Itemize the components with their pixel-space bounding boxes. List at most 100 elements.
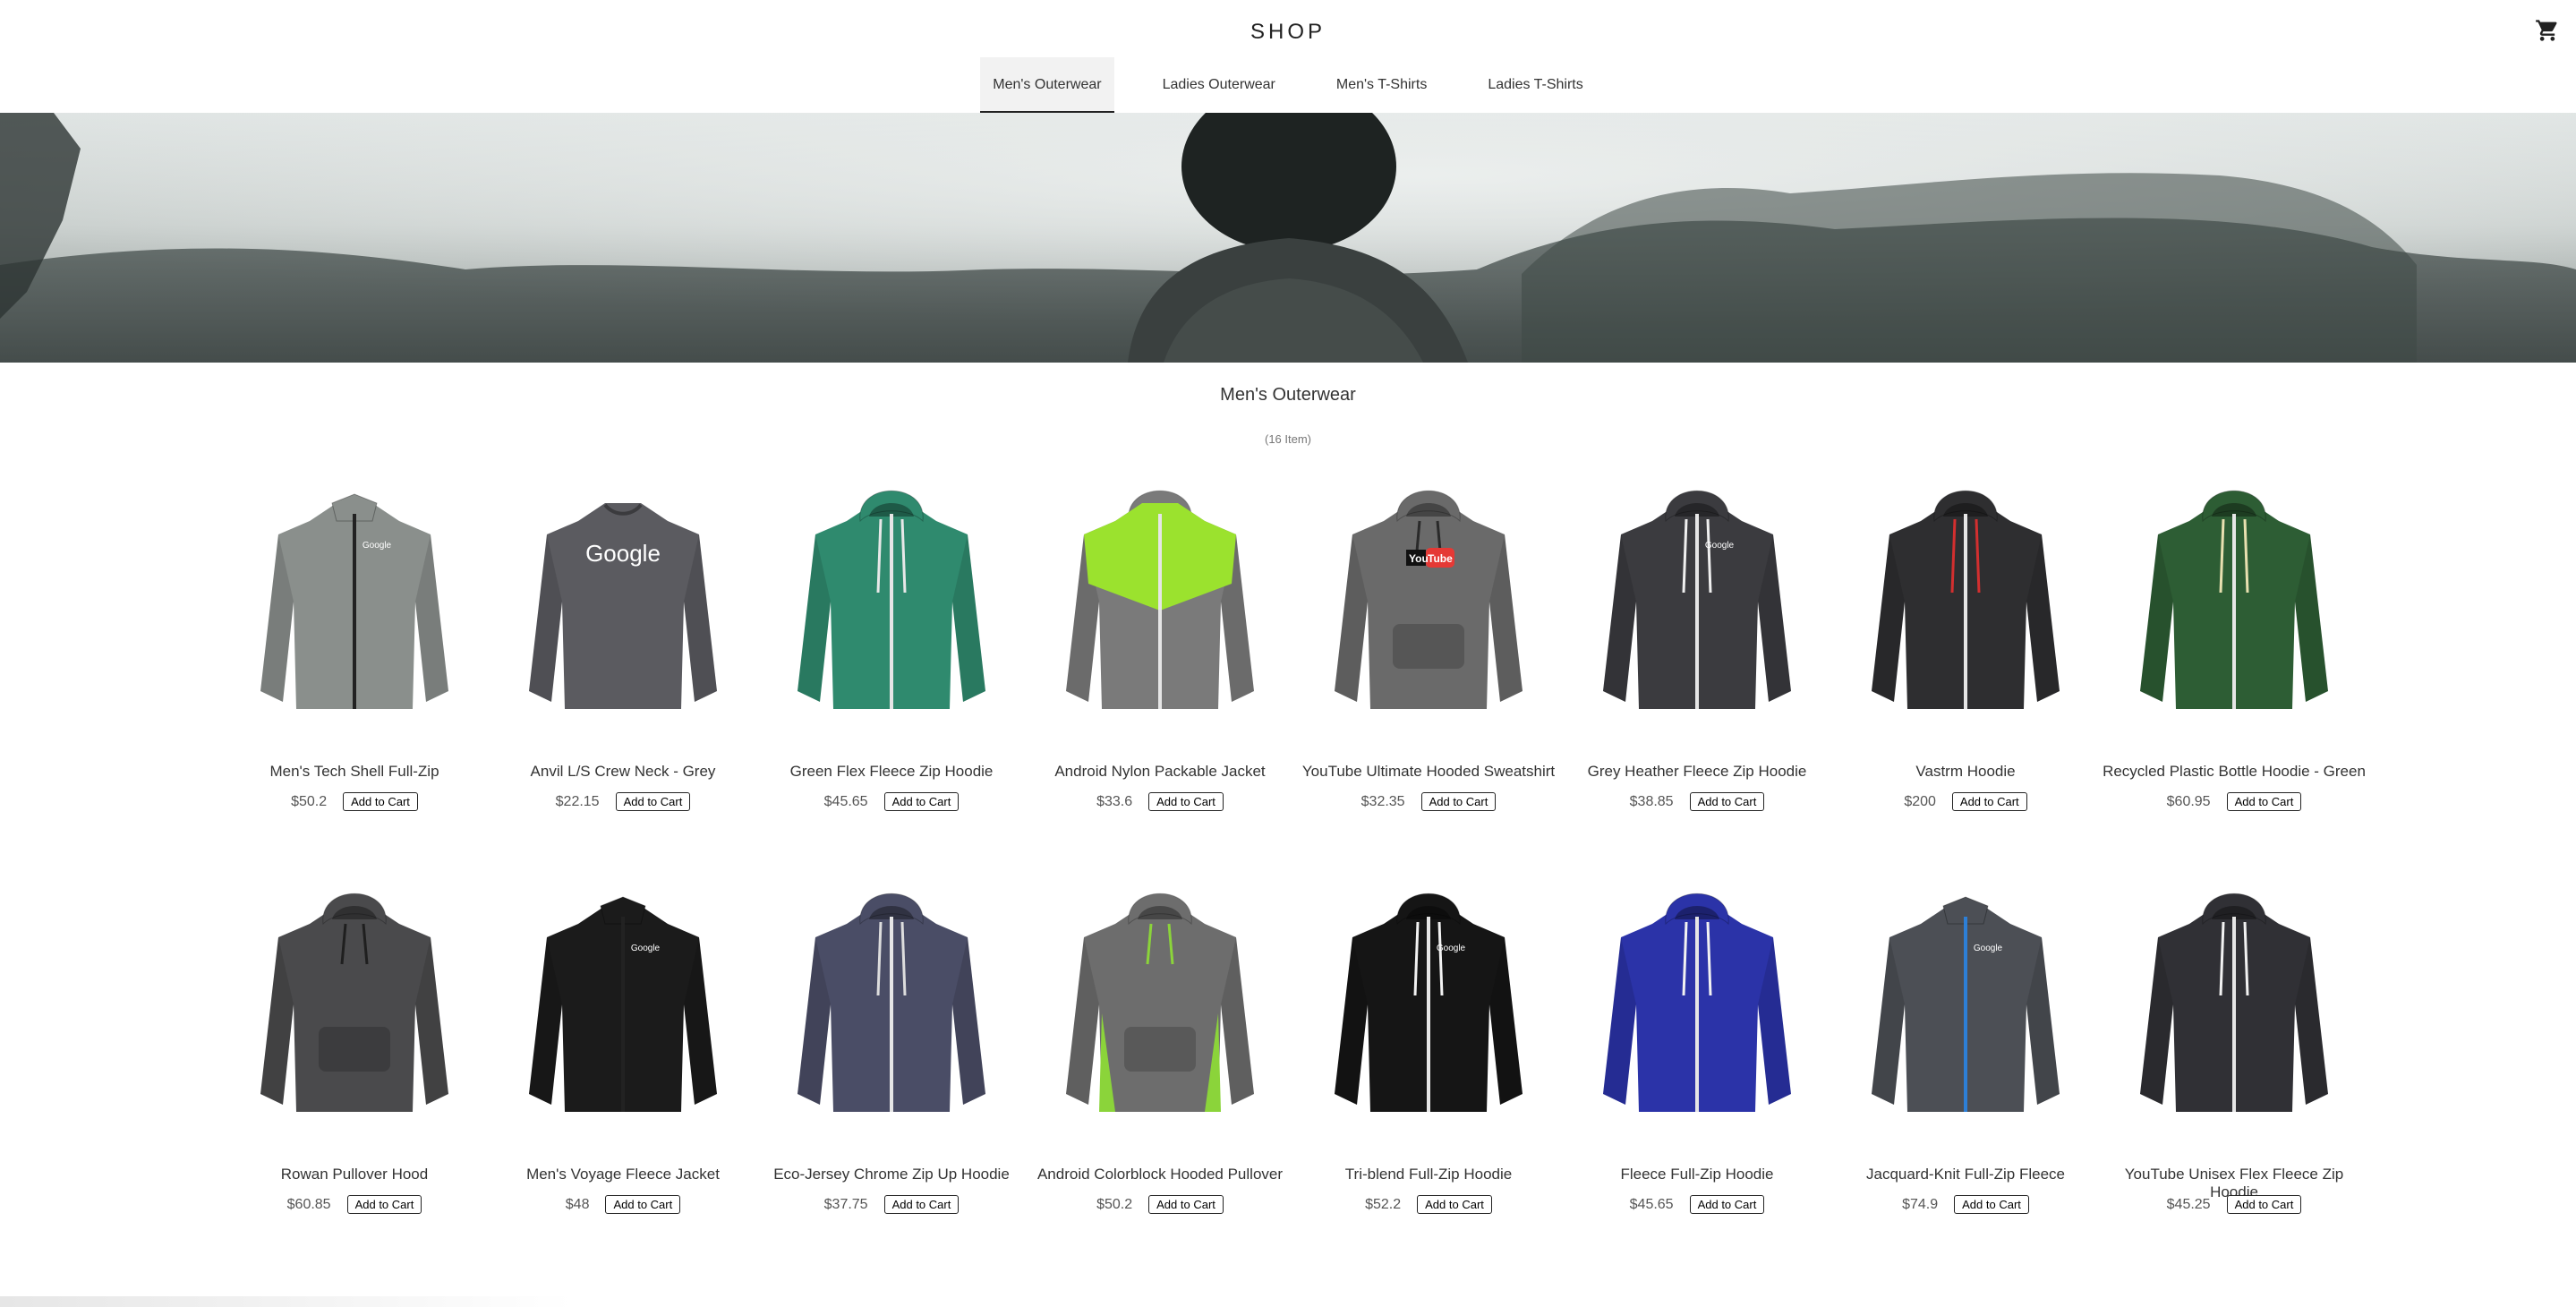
product-name[interactable]: Android Nylon Packable Jacket — [1026, 763, 1294, 781]
price-row: $22.15 Add to Cart — [489, 792, 757, 811]
product-price: $38.85 — [1629, 793, 1674, 809]
product-image[interactable] — [2127, 870, 2341, 1139]
product-image[interactable] — [2127, 467, 2341, 736]
price-row: $33.6 Add to Cart — [1026, 792, 1294, 811]
svg-text:Tube: Tube — [1428, 552, 1453, 565]
add-to-cart-button[interactable]: Add to Cart — [883, 792, 960, 811]
product-price: $32.35 — [1361, 793, 1405, 809]
tab-men-s-t-shirts[interactable]: Men's T-Shirts — [1324, 57, 1439, 113]
product-card[interactable]: Google Tri-blend Full-Zip Hoodie $52.2 Add … — [1294, 870, 1563, 1273]
product-image[interactable]: Google — [1590, 467, 1804, 736]
svg-text:Google: Google — [1705, 541, 1735, 551]
category-title: Men's Outerwear — [1220, 385, 1356, 405]
product-name[interactable]: Anvil L/S Crew Neck - Grey — [489, 763, 757, 781]
price-row: $50.2 Add to Cart — [220, 792, 489, 811]
product-price: $33.6 — [1096, 793, 1133, 809]
price-row: $200 Add to Cart — [1831, 792, 2100, 811]
product-grid: Google Men's Tech Shell Full-Zip $50.2 Add … — [220, 467, 2368, 1273]
product-name[interactable]: Grey Heather Fleece Zip Hoodie — [1563, 763, 1831, 781]
price-row: $45.65 Add to Cart — [1563, 1195, 1831, 1214]
product-image[interactable]: Google — [247, 467, 462, 736]
price-row: $38.85 Add to Cart — [1563, 792, 1831, 811]
tab-ladies-outerwear[interactable]: Ladies Outerwear — [1150, 57, 1288, 113]
product-card[interactable]: Recycled Plastic Bottle Hoodie - Green $6… — [2100, 467, 2368, 870]
product-image[interactable]: You Tube — [1321, 467, 1536, 736]
product-image[interactable] — [1858, 467, 2073, 736]
product-price: $60.95 — [2166, 793, 2211, 809]
product-name[interactable]: Vastrm Hoodie — [1831, 763, 2100, 781]
price-row: $60.95 Add to Cart — [2100, 792, 2368, 811]
product-card[interactable]: Rowan Pullover Hood $60.85 Add to Cart — [220, 870, 489, 1273]
product-card[interactable]: Google Jacquard-Knit Full-Zip Fleece $74.9… — [1831, 870, 2100, 1273]
product-card[interactable]: Google Men's Tech Shell Full-Zip $50.2 Add … — [220, 467, 489, 870]
product-image[interactable] — [1053, 870, 1267, 1139]
product-image[interactable] — [1053, 467, 1267, 736]
product-name[interactable]: Men's Voyage Fleece Jacket — [489, 1166, 757, 1183]
product-image[interactable] — [784, 870, 999, 1139]
item-count: (16 Item) — [1264, 432, 1311, 446]
product-card[interactable]: Android Nylon Packable Jacket $33.6 Add to… — [1026, 467, 1294, 870]
product-image[interactable] — [247, 870, 462, 1139]
product-card[interactable]: Google Grey Heather Fleece Zip Hoodie $38.… — [1563, 467, 1831, 870]
product-card[interactable]: You Tube YouTube Ultimate Hooded Sweatshir… — [1294, 467, 1563, 870]
product-name[interactable]: Men's Tech Shell Full-Zip — [220, 763, 489, 781]
add-to-cart-button[interactable]: Add to Cart — [1420, 792, 1497, 811]
product-name[interactable]: Eco-Jersey Chrome Zip Up Hoodie — [757, 1166, 1026, 1183]
product-name[interactable]: Jacquard-Knit Full-Zip Fleece — [1831, 1166, 2100, 1183]
svg-text:Google: Google — [363, 541, 392, 551]
add-to-cart-button[interactable]: Add to Cart — [1951, 792, 2027, 811]
product-card[interactable]: YouTube Unisex Flex Fleece Zip Hoodie $45… — [2100, 870, 2368, 1273]
add-to-cart-button[interactable]: Add to Cart — [2226, 792, 2302, 811]
price-row: $48 Add to Cart — [489, 1195, 757, 1214]
add-to-cart-button[interactable]: Add to Cart — [1148, 1195, 1224, 1214]
product-image[interactable]: Google — [516, 467, 730, 736]
product-image[interactable] — [1590, 870, 1804, 1139]
product-card[interactable]: Eco-Jersey Chrome Zip Up Hoodie $37.75 Add… — [757, 870, 1026, 1273]
tab-men-s-outerwear[interactable]: Men's Outerwear — [980, 57, 1114, 113]
product-name[interactable]: Android Colorblock Hooded Pullover — [1026, 1166, 1294, 1183]
add-to-cart-button[interactable]: Add to Cart — [883, 1195, 960, 1214]
product-name[interactable]: Tri-blend Full-Zip Hoodie — [1294, 1166, 1563, 1183]
product-card[interactable]: Green Flex Fleece Zip Hoodie $45.65 Add to… — [757, 467, 1026, 870]
bottom-shadow — [0, 1296, 573, 1307]
product-price: $45.25 — [2166, 1196, 2211, 1212]
add-to-cart-button[interactable]: Add to Cart — [1148, 792, 1224, 811]
product-card[interactable]: Fleece Full-Zip Hoodie $45.65 Add to Cart — [1563, 870, 1831, 1273]
add-to-cart-button[interactable]: Add to Cart — [2226, 1195, 2302, 1214]
tab-ladies-t-shirts[interactable]: Ladies T-Shirts — [1475, 57, 1595, 113]
product-name[interactable]: Recycled Plastic Bottle Hoodie - Green — [2100, 763, 2368, 781]
add-to-cart-button[interactable]: Add to Cart — [1954, 1195, 2029, 1214]
price-row: $60.85 Add to Cart — [220, 1195, 489, 1214]
product-name[interactable]: Green Flex Fleece Zip Hoodie — [757, 763, 1026, 781]
product-image[interactable]: Google — [516, 870, 730, 1139]
product-card[interactable]: Google Men's Voyage Fleece Jacket $48 Add t… — [489, 870, 757, 1273]
shop-logo[interactable]: SHOP — [0, 20, 2576, 45]
product-name[interactable]: Rowan Pullover Hood — [220, 1166, 489, 1183]
product-image[interactable] — [784, 467, 999, 736]
add-to-cart-button[interactable]: Add to Cart — [605, 1195, 681, 1214]
category-tabs: Men's Outerwear Ladies Outerwear Men's T-S… — [0, 57, 2576, 113]
svg-text:Google: Google — [631, 944, 661, 953]
add-to-cart-button[interactable]: Add to Cart — [346, 1195, 422, 1214]
add-to-cart-button[interactable]: Add to Cart — [1689, 792, 1765, 811]
product-price: $50.2 — [1096, 1196, 1133, 1212]
product-card[interactable]: Android Colorblock Hooded Pullover $50.2 A… — [1026, 870, 1294, 1273]
add-to-cart-button[interactable]: Add to Cart — [1689, 1195, 1765, 1214]
price-row: $45.65 Add to Cart — [757, 792, 1026, 811]
price-row: $45.25 Add to Cart — [2100, 1195, 2368, 1214]
price-row: $50.2 Add to Cart — [1026, 1195, 1294, 1214]
product-image[interactable]: Google — [1321, 870, 1536, 1139]
product-card[interactable]: Google Anvil L/S Crew Neck - Grey $22.15 Ad… — [489, 467, 757, 870]
price-row: $74.9 Add to Cart — [1831, 1195, 2100, 1214]
product-name[interactable]: YouTube Ultimate Hooded Sweatshirt — [1294, 763, 1563, 781]
product-price: $45.65 — [823, 793, 868, 809]
product-card[interactable]: Vastrm Hoodie $200 Add to Cart — [1831, 467, 2100, 870]
svg-text:Google: Google — [1437, 944, 1466, 953]
shopping-cart-icon[interactable] — [2535, 18, 2560, 43]
add-to-cart-button[interactable]: Add to Cart — [343, 792, 418, 811]
product-price: $45.65 — [1629, 1196, 1674, 1212]
add-to-cart-button[interactable]: Add to Cart — [1417, 1195, 1492, 1214]
product-image[interactable]: Google — [1858, 870, 2073, 1139]
add-to-cart-button[interactable]: Add to Cart — [615, 792, 691, 811]
product-name[interactable]: Fleece Full-Zip Hoodie — [1563, 1166, 1831, 1183]
